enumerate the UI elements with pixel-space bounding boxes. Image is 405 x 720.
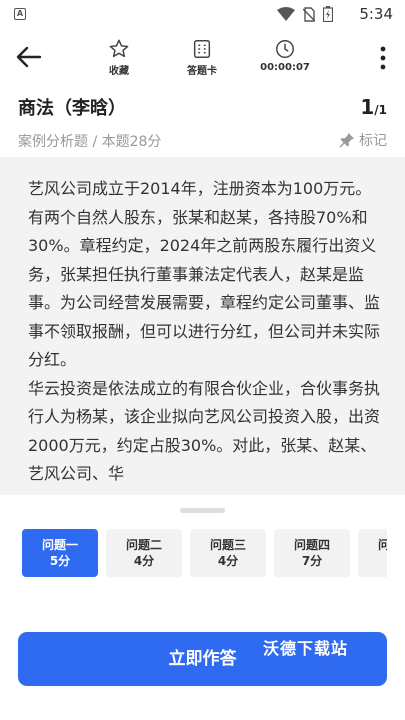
question-tab-score: 7分 <box>301 554 323 568</box>
page-title: 商法（李晗） <box>18 98 126 119</box>
question-tab-score: 4分 <box>217 554 239 568</box>
question-tab-score: 4分 <box>133 554 155 568</box>
question-tab-2[interactable]: 问题二 4分 <box>106 529 182 577</box>
question-type: 案例分析题 / 本题28分 <box>18 134 162 150</box>
top-toolbar: 收藏 答题卡 00:00:07 <box>0 30 405 86</box>
battery-icon <box>323 6 333 22</box>
question-tab-name: 问题二 <box>125 538 162 552</box>
answer-card-button[interactable]: 答题卡 <box>172 38 232 77</box>
answer-card-icon <box>193 40 211 58</box>
question-tab-name: 问题五 <box>377 538 387 552</box>
no-sim-icon <box>303 6 315 22</box>
case-paragraph-1: 艺风公司成立于2014年，注册资本为100万元。有两个自然人股东，张某和赵某，各… <box>28 179 381 369</box>
page-current: 1 <box>360 95 375 119</box>
question-tab-3[interactable]: 问题三 4分 <box>190 529 266 577</box>
app-notification-icon: A <box>14 8 26 20</box>
back-arrow-icon[interactable] <box>14 42 44 72</box>
case-content[interactable]: 艺风公司成立于2014年，注册资本为100万元。有两个自然人股东，张某和赵某，各… <box>0 157 405 495</box>
question-tab-5[interactable]: 问题五 <box>358 529 387 577</box>
status-time: 5:34 <box>359 5 393 23</box>
mark-label: 标记 <box>359 133 387 149</box>
page-indicator: 1/1 <box>360 95 387 119</box>
question-tab-name: 问题一 <box>41 538 78 552</box>
star-icon <box>109 39 129 58</box>
drag-handle[interactable] <box>180 508 225 513</box>
timer-value: 00:00:07 <box>260 62 310 73</box>
mark-button[interactable]: 标记 <box>339 130 387 150</box>
question-tabs: 问题一 5分 问题二 4分 问题三 4分 问题四 7分 问题五 <box>22 529 387 577</box>
question-tab-1[interactable]: 问题一 5分 <box>22 529 98 577</box>
collect-label: 收藏 <box>109 66 129 77</box>
question-tab-name: 问题四 <box>293 538 330 552</box>
question-tab-score: 5分 <box>49 554 71 568</box>
case-paragraph-2: 华云投资是依法成立的有限合伙企业，合伙事务执行人为杨某，该企业拟向艺风公司投资入… <box>28 378 381 484</box>
question-tab-4[interactable]: 问题四 7分 <box>274 529 350 577</box>
page-total: /1 <box>374 103 387 117</box>
timer: 00:00:07 <box>255 38 315 73</box>
collect-button[interactable]: 收藏 <box>89 38 149 77</box>
clock-icon <box>276 40 294 58</box>
more-icon[interactable] <box>379 44 387 72</box>
wifi-icon <box>277 7 295 21</box>
answer-card-label: 答题卡 <box>187 66 217 77</box>
case-text: 艺风公司成立于2014年，注册资本为100万元。有两个自然人股东，张某和赵某，各… <box>0 157 405 489</box>
pin-icon <box>339 133 354 148</box>
status-bar: A 5:34 <box>0 0 405 28</box>
answer-sheet: 问题一 5分 问题二 4分 问题三 4分 问题四 7分 问题五 立即作答 沃德下… <box>0 495 405 720</box>
watermark: 沃德下载站 <box>263 639 349 658</box>
question-tab-name: 问题三 <box>209 538 246 552</box>
